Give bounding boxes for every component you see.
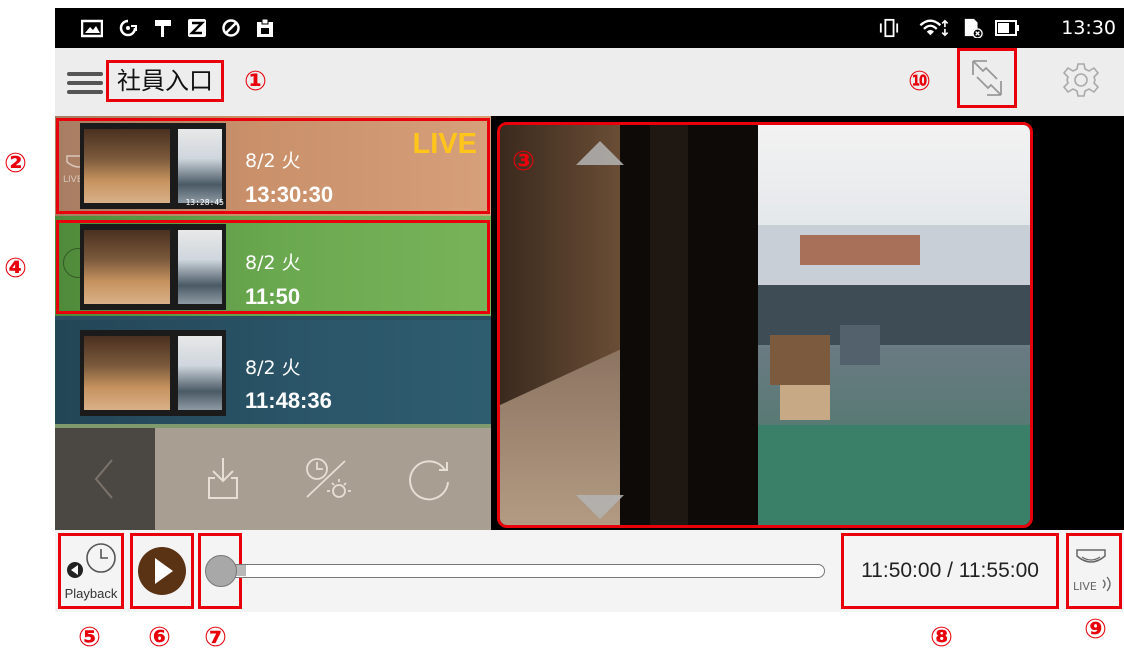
z-app-icon <box>188 19 206 37</box>
camera-name-title[interactable]: 社員入口 <box>106 60 224 102</box>
wifi-icon <box>919 19 949 37</box>
fullscreen-button[interactable] <box>957 48 1017 108</box>
callout-9: ⑨ <box>1084 614 1107 645</box>
clock-text: 13:30 <box>1061 17 1116 39</box>
video-viewer[interactable] <box>491 116 1124 530</box>
timer-light-button[interactable] <box>277 428 377 530</box>
download-button[interactable] <box>173 428 273 530</box>
list-toolbar <box>55 428 491 530</box>
recording-time: 11:48:36 <box>245 388 332 413</box>
app-screen: 13:30 社員入口 LIVE 13:28:45 8/2 火 13:30:30 … <box>0 0 1124 655</box>
expand-arrows-icon <box>972 60 1002 96</box>
callout-4: ④ <box>4 253 27 284</box>
callout-5: ⑤ <box>78 622 101 653</box>
refresh-icon <box>409 460 449 501</box>
refresh-button[interactable] <box>379 428 479 530</box>
svg-text:LIVE: LIVE <box>1073 580 1097 593</box>
callout-8: ⑧ <box>930 622 953 653</box>
sd-card-icon <box>964 18 983 38</box>
pan-down-icon[interactable] <box>576 493 624 519</box>
list-item[interactable]: 8/2 火 11:48:36 <box>55 320 491 424</box>
camera-feed-image <box>500 125 1030 525</box>
playback-mode-button[interactable]: Playback <box>58 533 124 609</box>
app-bar: 社員入口 <box>55 48 1124 116</box>
vibrate-icon <box>879 18 899 38</box>
paint-roller-icon <box>155 20 171 37</box>
pan-up-icon[interactable] <box>576 141 624 167</box>
status-bar: 13:30 <box>55 8 1124 48</box>
callout-2: ② <box>4 148 27 179</box>
live-camera-icon: LIVE <box>1073 549 1111 593</box>
video-frame[interactable] <box>497 122 1033 528</box>
play-button[interactable] <box>130 533 194 609</box>
live-item-highlight <box>56 118 490 214</box>
recording-date: 8/2 火 <box>245 357 301 379</box>
back-button[interactable] <box>55 428 155 530</box>
selected-item-highlight <box>56 220 490 314</box>
playback-label: Playback <box>64 586 118 601</box>
sync-icon <box>119 19 137 37</box>
time-display: 11:50:00 / 11:55:00 <box>841 533 1059 609</box>
block-icon <box>222 19 240 37</box>
seek-knob[interactable] <box>205 555 237 587</box>
callout-3: ③ <box>512 146 535 177</box>
playback-controls: Playback 11:50:00 / 11:55:00 LIVE <box>55 530 1124 612</box>
live-button[interactable]: LIVE <box>1066 533 1122 609</box>
play-icon <box>138 547 186 595</box>
callout-1: ① <box>244 66 267 97</box>
clipboard-icon <box>257 18 273 37</box>
gallery-icon <box>81 19 103 38</box>
timer-light-icon <box>306 458 351 498</box>
download-icon <box>208 458 238 499</box>
playback-clock-icon <box>67 543 116 578</box>
callout-7: ⑦ <box>204 622 227 653</box>
gear-icon[interactable] <box>1063 62 1099 98</box>
battery-icon <box>995 20 1019 36</box>
back-icon <box>94 459 113 499</box>
callout-10: ⑩ <box>908 66 931 97</box>
hamburger-icon[interactable] <box>67 72 103 94</box>
recording-thumbnail <box>80 330 226 416</box>
seek-track[interactable] <box>221 564 825 578</box>
callout-6: ⑥ <box>148 622 171 653</box>
